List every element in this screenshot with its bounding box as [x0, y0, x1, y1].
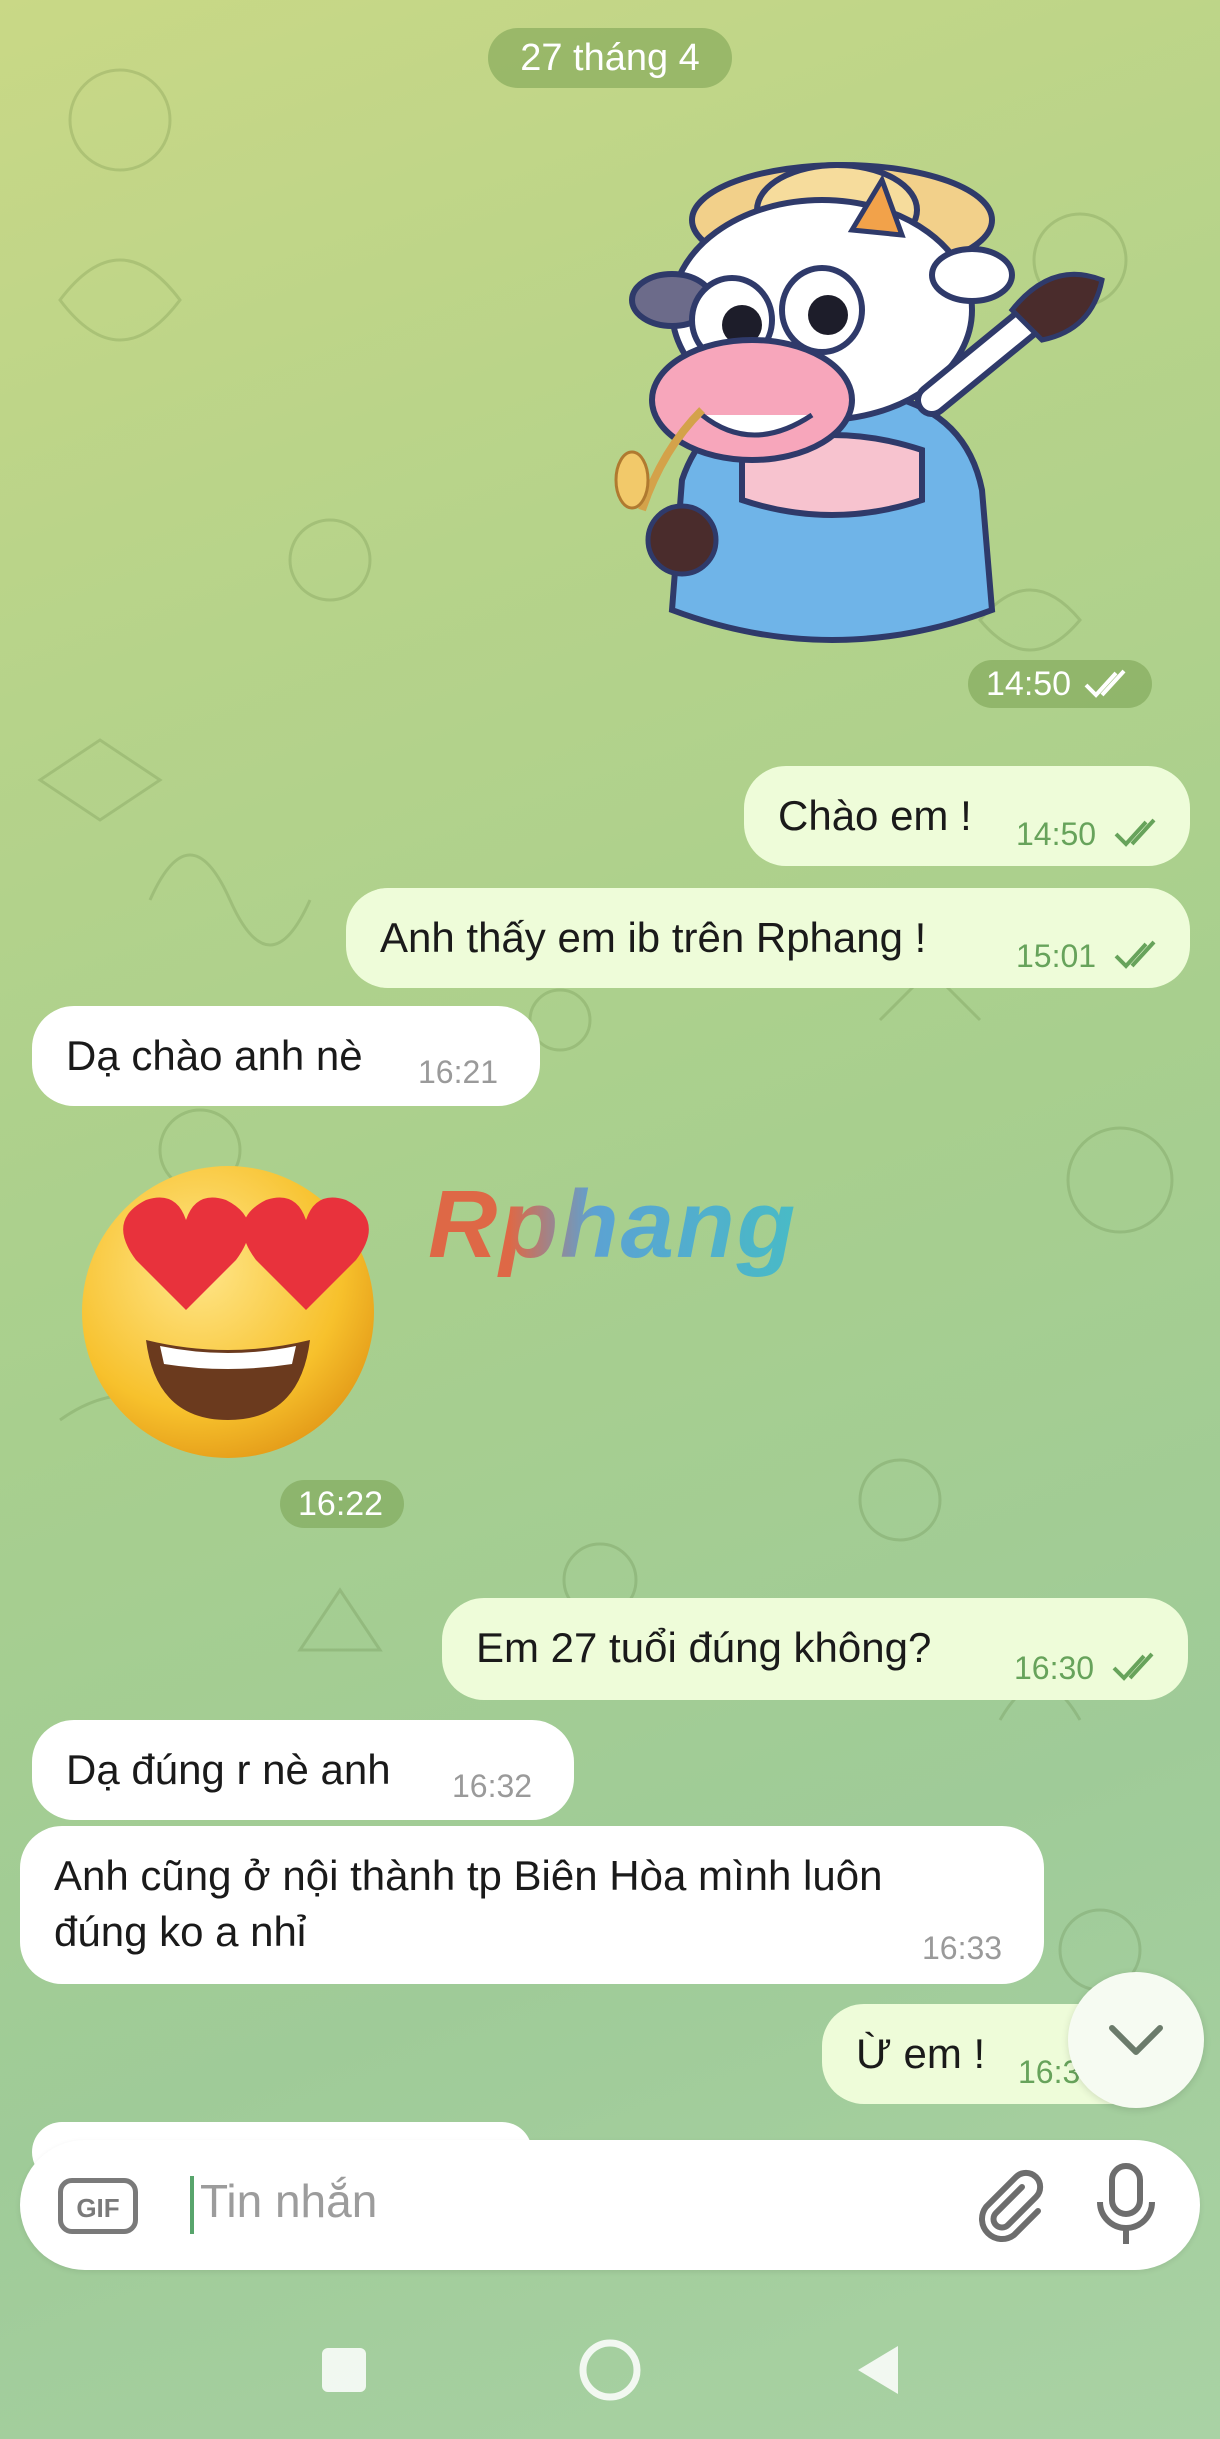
gif-button[interactable]: GIF [58, 2178, 138, 2234]
emoji-timestamp: 16:22 [280, 1480, 404, 1528]
cow-sticker[interactable] [592, 150, 1112, 670]
home-button[interactable] [575, 2335, 645, 2405]
chevron-down-icon [1109, 2025, 1163, 2055]
message-time: 16:21 [418, 1054, 499, 1090]
recents-button[interactable] [314, 2340, 374, 2400]
message-time: 16:32 [452, 1768, 533, 1804]
back-button[interactable] [850, 2340, 910, 2400]
message-text-line-1: Anh cũng ở nội thành tp Biên Hòa mình lu… [54, 1852, 883, 1899]
watermark-logo: Rphang [428, 1171, 798, 1278]
read-ticks-icon [1114, 940, 1156, 969]
incoming-message[interactable]: Anh cũng ở nội thành tp Biên Hòa mình lu… [20, 1826, 1044, 1984]
text-caret [190, 2176, 194, 2234]
outgoing-message[interactable]: Em 27 tuổi đúng không? 16:30 [442, 1598, 1188, 1700]
read-ticks-icon [1084, 669, 1126, 698]
message-text: Anh thấy em ib trên Rphang ! [380, 914, 927, 961]
microphone-icon[interactable] [1086, 2160, 1166, 2250]
scroll-to-bottom-button[interactable] [1068, 1972, 1204, 2108]
read-ticks-icon [1112, 1652, 1154, 1681]
gif-label: GIF [76, 2193, 120, 2223]
message-input-bar: GIF Tin nhắn [20, 2140, 1200, 2270]
system-navigation-bar [0, 2300, 1220, 2439]
heart-eyes-emoji[interactable] [76, 1160, 380, 1464]
message-text: Dạ chào anh nè [66, 1032, 363, 1079]
message-time: 16:30 [1014, 1650, 1095, 1686]
paperclip-icon[interactable] [970, 2165, 1050, 2245]
message-text: Em 27 tuổi đúng không? [476, 1624, 932, 1671]
message-time: 16:33 [922, 1930, 1003, 1966]
message-time: 14:50 [1016, 816, 1097, 852]
outgoing-message[interactable]: Anh thấy em ib trên Rphang ! 15:01 [346, 888, 1190, 988]
message-input[interactable]: Tin nhắn [200, 2174, 377, 2228]
message-text-line-2: đúng ko a nhỉ [54, 1908, 307, 1955]
outgoing-message[interactable]: Chào em ! 14:50 [744, 766, 1190, 866]
incoming-message[interactable]: Dạ đúng r nè anh 16:32 [32, 1720, 574, 1820]
message-time: 15:01 [1016, 938, 1097, 974]
read-ticks-icon [1114, 818, 1156, 847]
incoming-message[interactable]: Dạ chào anh nè 16:21 [32, 1006, 540, 1106]
message-text: Ừ em ! [856, 2030, 986, 2077]
date-separator: 27 tháng 4 [488, 28, 732, 88]
sticker-timestamp: 14:50 [968, 660, 1152, 708]
message-text: Chào em ! [778, 792, 972, 839]
message-text: Dạ đúng r nè anh [66, 1746, 391, 1793]
